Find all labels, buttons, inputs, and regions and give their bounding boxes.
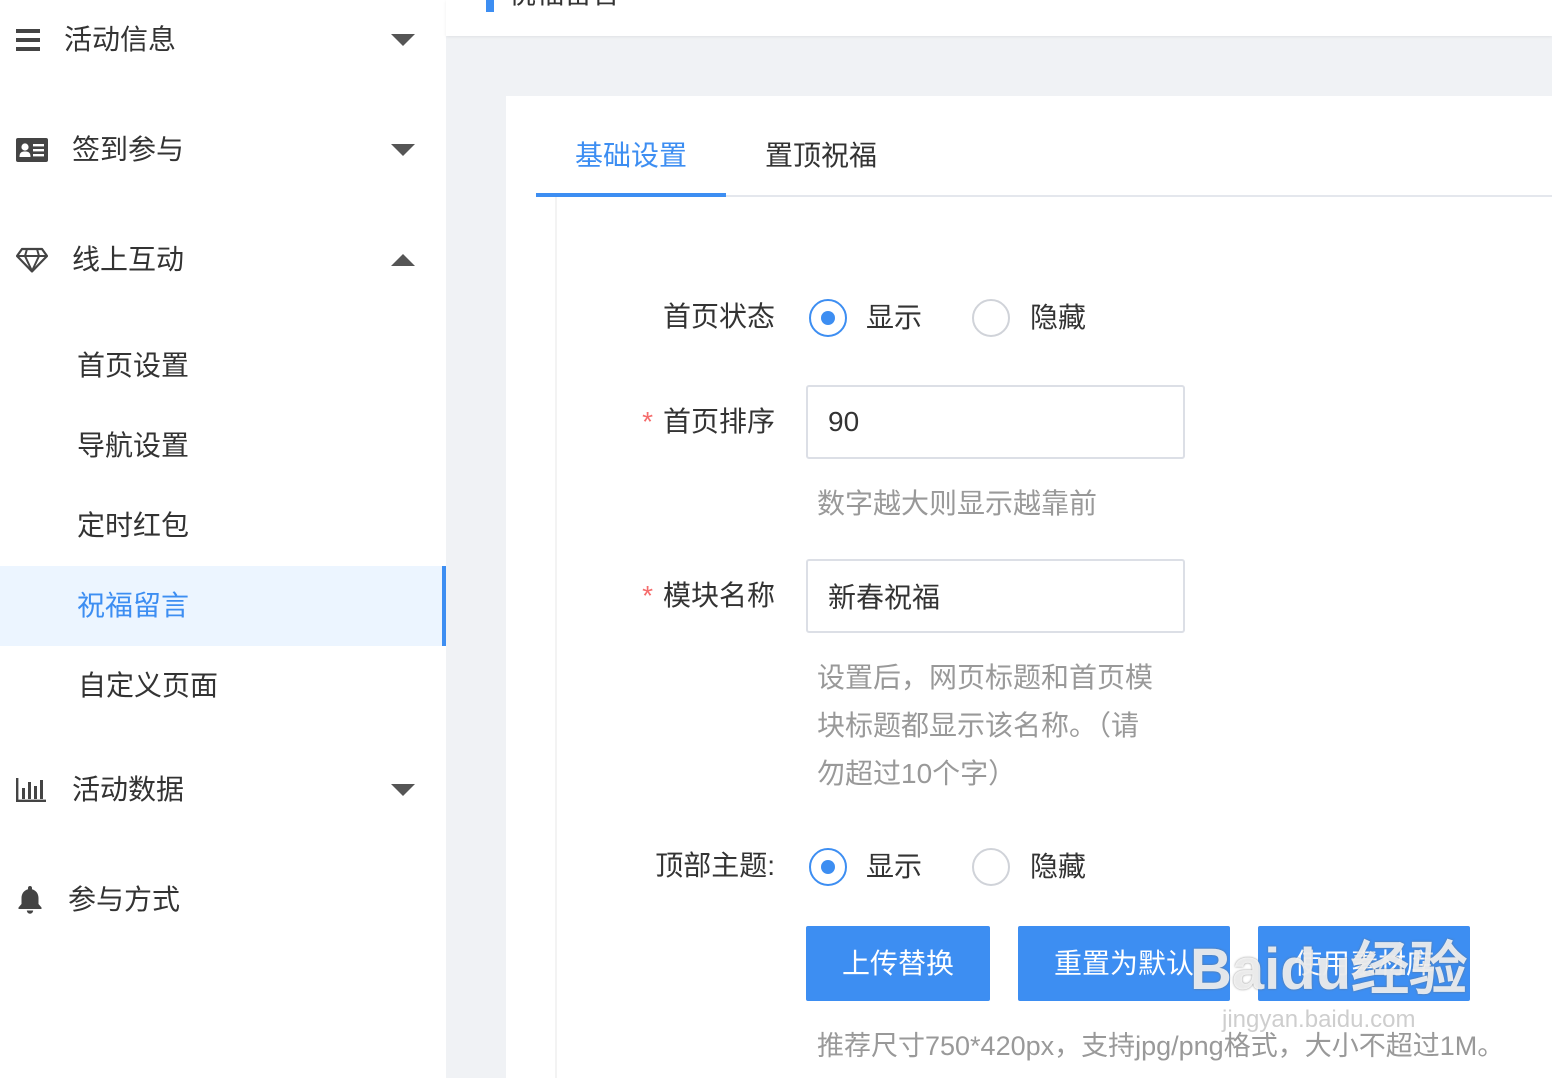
sidebar-subitem-home-settings[interactable]: 首页设置 [0, 326, 446, 406]
sidebar-item-activity-data[interactable]: 活动数据 [0, 735, 446, 845]
home-status-show-label[interactable]: 显示 [866, 298, 922, 338]
required-mark: * [642, 406, 653, 437]
sidebar-item-label: 线上互动 [72, 244, 185, 275]
top-theme-hide-radio[interactable] [972, 848, 1010, 886]
use-library-button[interactable]: 使用素材库 [1258, 926, 1470, 1001]
upload-replace-button[interactable]: 上传替换 [806, 926, 990, 1001]
sidebar-item-participation-method[interactable]: 参与方式 [0, 845, 446, 955]
home-order-label: * 首页排序 [570, 402, 775, 442]
bar-chart-icon [16, 778, 46, 802]
sidebar-subitem-label: 自定义页面 [78, 670, 219, 701]
sidebar-subitem-blessing-messages[interactable]: 祝福留言 [0, 566, 446, 646]
panel-border [555, 197, 557, 1078]
chevron-down-icon [391, 784, 415, 796]
sidebar-subitem-nav-settings[interactable]: 导航设置 [0, 406, 446, 486]
sidebar-item-activity-info[interactable]: 活动信息 [0, 0, 446, 95]
home-order-hint: 数字越大则显示越靠前 [817, 488, 1098, 519]
sidebar-subitem-label: 首页设置 [77, 350, 190, 381]
title-accent-bar [486, 0, 494, 12]
home-order-label-text: 首页排序 [662, 406, 775, 437]
module-name-label-text: 模块名称 [662, 580, 775, 611]
sidebar: 活动信息 签到参与 线上互动 首页设置 导航设置 定时红包 祝福留言 自定义页面… [0, 0, 446, 1078]
module-name-hint: 设置后，网页标题和首页模块标题都显示该名称。（请勿超过10个字） [817, 662, 1154, 789]
home-status-label-text: 首页状态 [662, 301, 775, 332]
sidebar-item-checkin[interactable]: 签到参与 [0, 95, 446, 205]
top-theme-hide-label[interactable]: 隐藏 [1030, 847, 1086, 887]
module-name-input[interactable] [806, 559, 1185, 633]
home-status-label: 首页状态 [570, 297, 775, 337]
diamond-icon [16, 247, 48, 273]
module-name-label: * 模块名称 [570, 576, 775, 616]
top-theme-show-radio[interactable] [809, 848, 847, 886]
sidebar-subitem-label: 导航设置 [77, 430, 190, 461]
top-theme-show-label[interactable]: 显示 [866, 847, 922, 887]
home-status-hide-label[interactable]: 隐藏 [1030, 298, 1086, 338]
active-indicator [442, 566, 446, 646]
top-theme-hint: 推荐尺寸750*420px，支持jpg/png格式，大小不超过1M。 [817, 1031, 1505, 1061]
id-card-icon [16, 138, 48, 162]
tab-active-indicator [536, 193, 726, 197]
page-header: 祝福留言 [446, 0, 1552, 36]
reset-default-button[interactable]: 重置为默认 [1018, 926, 1230, 1001]
sidebar-item-label: 签到参与 [72, 134, 185, 165]
tab-basic-settings[interactable]: 基础设置 [536, 126, 726, 192]
chevron-down-icon [391, 144, 415, 156]
chevron-down-icon [391, 34, 415, 46]
required-mark: * [642, 580, 653, 611]
sidebar-subitem-custom-page[interactable]: 自定义页面 [0, 646, 446, 726]
top-theme-label: 顶部主题: [570, 846, 775, 886]
home-order-input[interactable] [806, 385, 1185, 459]
home-status-hide-radio[interactable] [972, 299, 1010, 337]
chevron-up-icon [391, 254, 415, 266]
sidebar-item-label: 活动数据 [72, 774, 185, 805]
bell-icon [18, 886, 42, 914]
sidebar-item-label: 参与方式 [68, 884, 181, 915]
sidebar-item-label: 活动信息 [64, 24, 177, 55]
menu-icon [16, 29, 40, 51]
page-title: 祝福留言 [508, 0, 620, 8]
sidebar-subitem-timed-red-packet[interactable]: 定时红包 [0, 486, 446, 566]
sidebar-subitem-label: 祝福留言 [77, 590, 190, 621]
tab-pinned-blessings[interactable]: 置顶祝福 [726, 126, 916, 192]
sidebar-item-online-interaction[interactable]: 线上互动 [0, 205, 446, 315]
home-status-show-radio[interactable] [809, 299, 847, 337]
sidebar-subitem-label: 定时红包 [77, 510, 190, 541]
top-theme-label-text: 顶部主题: [655, 850, 775, 881]
